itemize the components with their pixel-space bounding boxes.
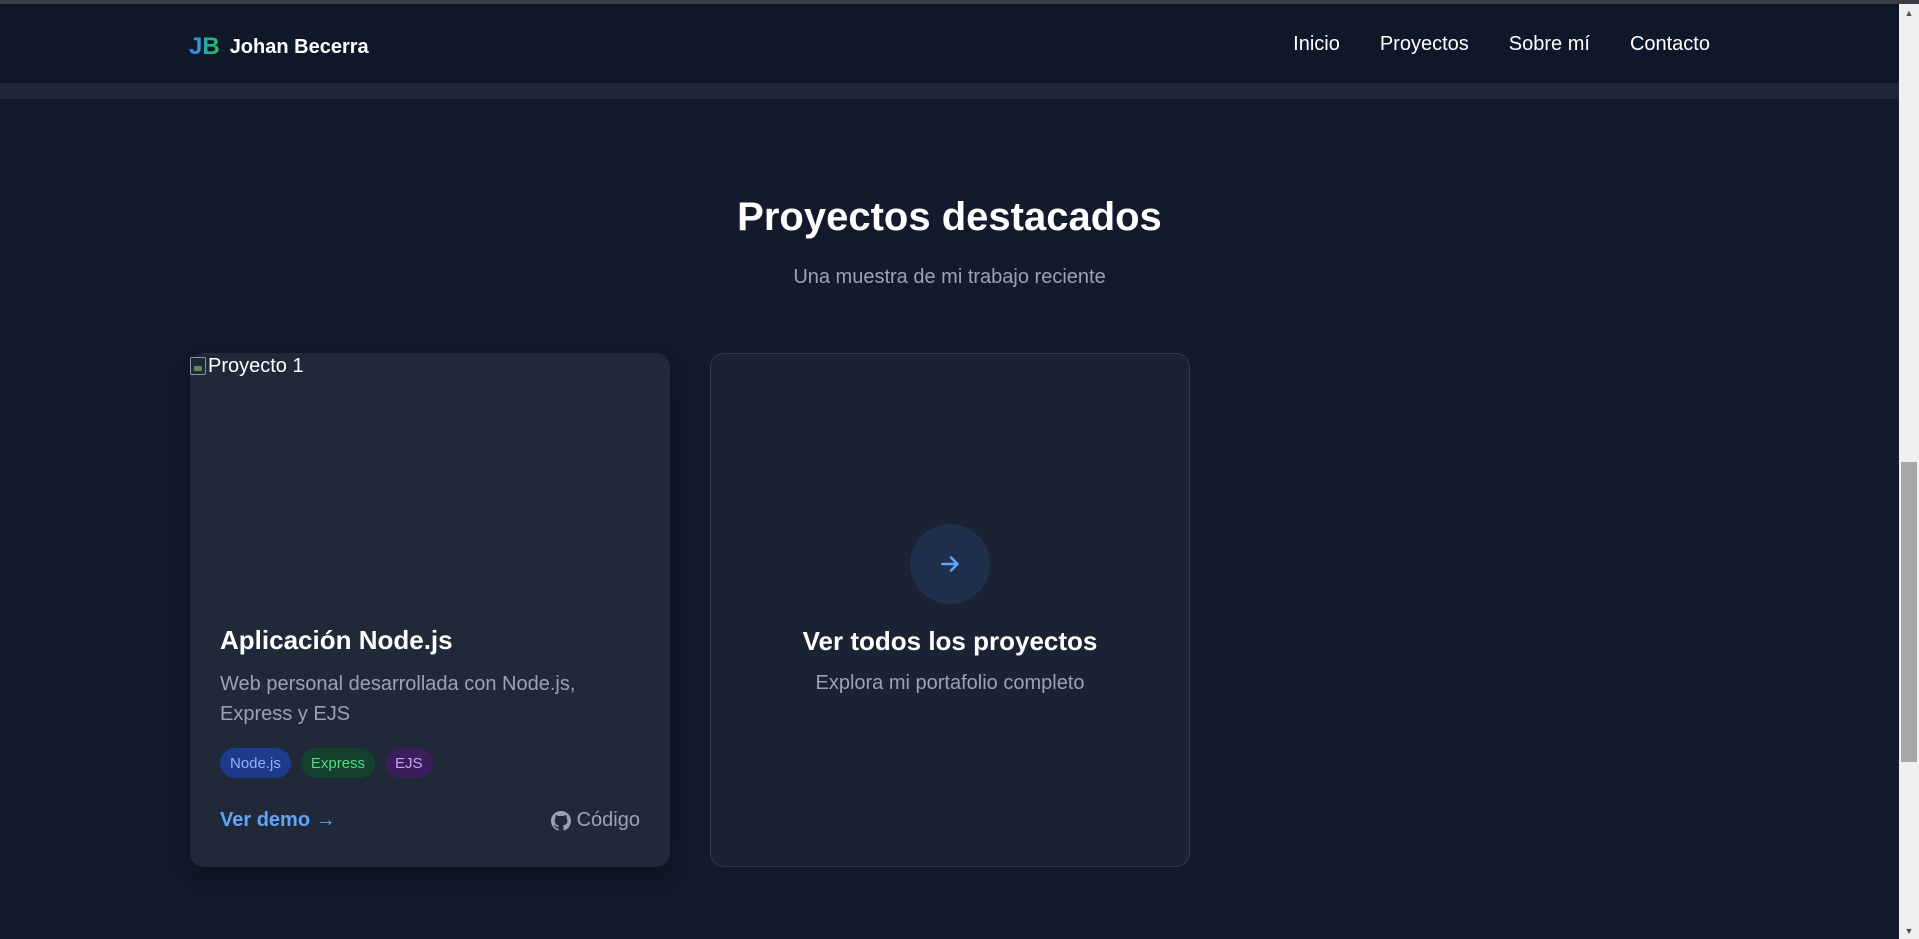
navbar-divider <box>0 83 1899 99</box>
nav-link-contacto[interactable]: Contacto <box>1630 33 1710 56</box>
section-title: Proyectos destacados <box>737 195 1162 239</box>
project-image: Proyecto 1 <box>190 353 670 608</box>
broken-image-icon <box>190 357 206 375</box>
navbar: JB Johan Becerra Inicio Proyectos Sobre … <box>0 4 1899 83</box>
scroll-down-icon[interactable]: ▼ <box>1899 922 1919 939</box>
arrow-right-icon <box>941 556 959 572</box>
all-projects-title: Ver todos los proyectos <box>802 626 1098 656</box>
tag-ejs: EJS <box>385 748 433 778</box>
nav-link-proyectos[interactable]: Proyectos <box>1380 33 1469 56</box>
brand-name: Johan Becerra <box>229 35 369 58</box>
scrollbar[interactable]: ▲ ▼ <box>1899 4 1919 939</box>
section-subtitle: Una muestra de mi trabajo reciente <box>793 266 1106 288</box>
project-title: Aplicación Node.js <box>220 625 453 655</box>
broken-image-placeholder: Proyecto 1 <box>190 355 304 378</box>
view-demo-link[interactable]: Ver demo → <box>220 809 336 832</box>
project-card: Proyecto 1 Aplicación Node.js Web person… <box>190 353 670 867</box>
brand-logo[interactable]: JB Johan Becerra <box>189 30 369 64</box>
view-code-link[interactable]: Código <box>550 809 640 832</box>
arrow-circle <box>910 524 990 604</box>
scroll-up-icon[interactable]: ▲ <box>1899 4 1919 21</box>
nav-link-inicio[interactable]: Inicio <box>1293 33 1340 56</box>
project-image-alt: Proyecto 1 <box>208 355 304 377</box>
nav-links: Inicio Proyectos Sobre mí Contacto <box>1293 33 1710 56</box>
project-tags: Node.js Express EJS <box>220 748 433 778</box>
github-icon <box>550 810 571 831</box>
all-projects-card[interactable]: Ver todos los proyectos Explora mi porta… <box>710 353 1190 867</box>
tag-nodejs: Node.js <box>220 748 291 778</box>
view-code-label: Código <box>576 809 640 831</box>
tag-express: Express <box>300 748 376 778</box>
all-projects-description: Explora mi portafolio completo <box>815 672 1085 694</box>
nav-link-sobre-mi[interactable]: Sobre mí <box>1509 33 1590 56</box>
project-description: Web personal desarrollada con Node.js, E… <box>220 673 576 725</box>
brand-mark: JB <box>189 33 220 60</box>
scrollbar-thumb[interactable] <box>1901 462 1917 762</box>
